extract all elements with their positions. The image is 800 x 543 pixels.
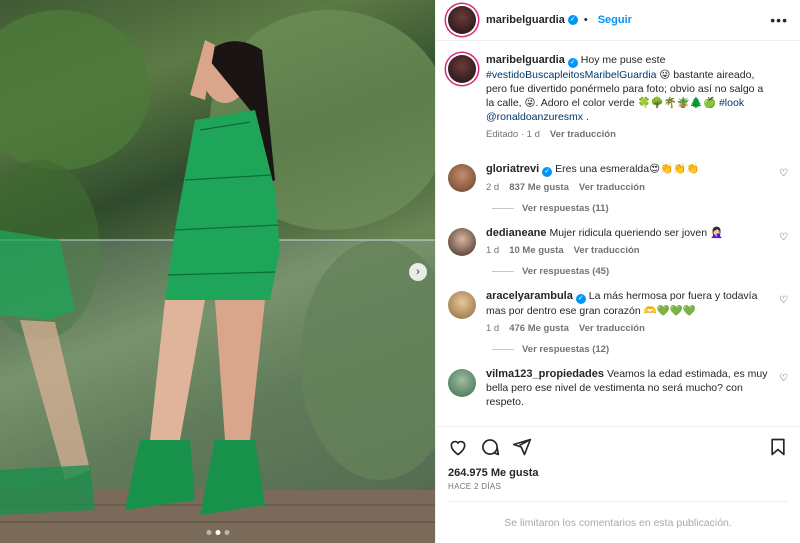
comment-text: dedianeane Mujer ridicula queriendo ser … <box>486 226 772 240</box>
avatar[interactable] <box>448 369 476 397</box>
instagram-post-view: › maribelguardia ✓ • Seguir ••• maribelg… <box>0 0 800 543</box>
edited-label: Editado · 1 d <box>486 129 540 140</box>
comment-item: dedianeane Mujer ridicula queriendo ser … <box>448 226 788 258</box>
comment-text: aracelyarambula ✓ La más hermosa por fuer… <box>486 289 772 318</box>
comment-heart-icon[interactable]: ♡ <box>779 373 788 384</box>
carousel-dot <box>206 530 211 535</box>
caption-tail: . <box>585 111 589 123</box>
follow-button[interactable]: Seguir <box>598 14 632 26</box>
comment-item: vilma123_propiedades Veamos la edad esti… <box>448 367 788 409</box>
comment-content: Eres una esmeralda😍👏👏👏 <box>555 163 700 175</box>
view-replies-button[interactable]: Ver respuestas (11) <box>492 203 788 214</box>
comment-meta: 1 d 476 Me gusta Ver traducción <box>486 322 772 336</box>
comment-likes[interactable]: 10 Me gusta <box>509 244 563 258</box>
comment-likes[interactable]: 476 Me gusta <box>509 322 569 336</box>
comment-body: vilma123_propiedades Veamos la edad esti… <box>486 367 788 409</box>
comment-age: 1 d <box>486 323 500 334</box>
translate-button[interactable]: Ver traducción <box>574 244 640 258</box>
caption-text: maribelguardia ✓ Hoy me puse este #vestid… <box>486 53 772 124</box>
likes-count[interactable]: 264.975 Me gusta <box>448 467 788 479</box>
hashtag-link[interactable]: #vestidoBuscapleitosMaribelGuardia <box>486 69 656 81</box>
comment-item: gloriatrevi ✓ Eres una esmeralda😍👏👏👏 2 d … <box>448 162 788 195</box>
comment-heart-icon[interactable]: ♡ <box>779 295 788 306</box>
comment-username[interactable]: vilma123_propiedades <box>486 368 604 380</box>
caption-lead: Hoy me puse este <box>580 54 666 66</box>
action-icons <box>448 435 788 459</box>
mention-link[interactable]: @ronaldoanzuresmx <box>486 111 583 123</box>
translate-button[interactable]: Ver traducción <box>579 181 645 195</box>
replies-line <box>492 208 514 209</box>
carousel-dot <box>224 530 229 535</box>
comment-username[interactable]: aracelyarambula <box>486 290 573 302</box>
comment-meta: 1 d 10 Me gusta Ver traducción <box>486 244 772 258</box>
comment-body: dedianeane Mujer ridicula queriendo ser … <box>486 226 788 258</box>
comment-age: 2 d <box>486 182 500 193</box>
translate-button[interactable]: Ver traducción <box>579 322 645 336</box>
heart-icon[interactable] <box>448 437 468 457</box>
share-icon[interactable] <box>512 437 532 457</box>
caption-username[interactable]: maribelguardia <box>486 54 565 66</box>
carousel-dots <box>206 530 229 535</box>
hashtag-link[interactable]: #look <box>719 97 744 109</box>
view-replies-button[interactable]: Ver respuestas (45) <box>492 266 788 277</box>
photo-illustration <box>0 10 435 543</box>
comment-body: aracelyarambula ✓ La más hermosa por fuer… <box>486 289 788 336</box>
author-username[interactable]: maribelguardia <box>486 14 565 26</box>
post-header: maribelguardia ✓ • Seguir ••• <box>436 0 800 41</box>
avatar[interactable] <box>448 291 476 319</box>
translate-button[interactable]: Ver traducción <box>550 128 616 142</box>
comment-text: gloriatrevi ✓ Eres una esmeralda😍👏👏👏 <box>486 162 772 177</box>
comments-list[interactable]: maribelguardia ✓ Hoy me puse este #vestid… <box>436 41 800 426</box>
comment-content: Mujer ridicula queriendo ser joven 🤦🏻‍♀️ <box>549 227 724 239</box>
verified-icon: ✓ <box>575 294 586 304</box>
view-replies-label: Ver respuestas (12) <box>522 344 610 355</box>
comment-likes[interactable]: 837 Me gusta <box>509 181 569 195</box>
comment-heart-icon[interactable]: ♡ <box>779 232 788 243</box>
comment-meta: 2 d 837 Me gusta Ver traducción <box>486 181 772 195</box>
avatar[interactable] <box>448 6 476 34</box>
comment-item: aracelyarambula ✓ La más hermosa por fuer… <box>448 289 788 336</box>
carousel-dot-active <box>215 530 220 535</box>
avatar[interactable] <box>448 228 476 256</box>
chevron-right-icon[interactable]: › <box>409 263 427 281</box>
view-replies-label: Ver respuestas (11) <box>522 203 609 214</box>
comment-text: vilma123_propiedades Veamos la edad esti… <box>486 367 772 409</box>
separator-dot: • <box>583 14 588 26</box>
replies-line <box>492 271 514 272</box>
post-date: HACE 2 DÍAS <box>448 482 502 491</box>
caption-body: maribelguardia ✓ Hoy me puse este #vestid… <box>486 53 788 142</box>
comment-age: 1 d <box>486 245 500 256</box>
comment-icon[interactable] <box>480 437 500 457</box>
avatar[interactable] <box>448 55 476 83</box>
replies-line <box>492 349 514 350</box>
verified-icon: ✓ <box>567 15 578 25</box>
caption: maribelguardia ✓ Hoy me puse este #vestid… <box>448 53 788 142</box>
caption-meta: Editado · 1 d Ver traducción <box>486 128 772 142</box>
post-photo[interactable]: › <box>0 0 435 543</box>
comment-body: gloriatrevi ✓ Eres una esmeralda😍👏👏👏 2 d … <box>486 162 788 195</box>
post-side-panel: maribelguardia ✓ • Seguir ••• maribelgua… <box>435 0 800 543</box>
view-replies-button[interactable]: Ver respuestas (12) <box>492 344 788 355</box>
comment-username[interactable]: gloriatrevi <box>486 163 539 175</box>
verified-icon: ✓ <box>567 58 578 68</box>
bookmark-icon[interactable] <box>768 437 788 457</box>
verified-icon: ✓ <box>542 167 553 177</box>
avatar[interactable] <box>448 164 476 192</box>
post-actions: 264.975 Me gusta HACE 2 DÍAS Se limitaro… <box>436 426 800 543</box>
comment-username[interactable]: dedianeane <box>486 227 547 239</box>
comments-limited-notice: Se limitaron los comentarios en esta pub… <box>448 501 788 543</box>
view-replies-label: Ver respuestas (45) <box>522 266 610 277</box>
more-options-icon[interactable]: ••• <box>770 12 788 28</box>
comment-heart-icon[interactable]: ♡ <box>779 168 788 179</box>
